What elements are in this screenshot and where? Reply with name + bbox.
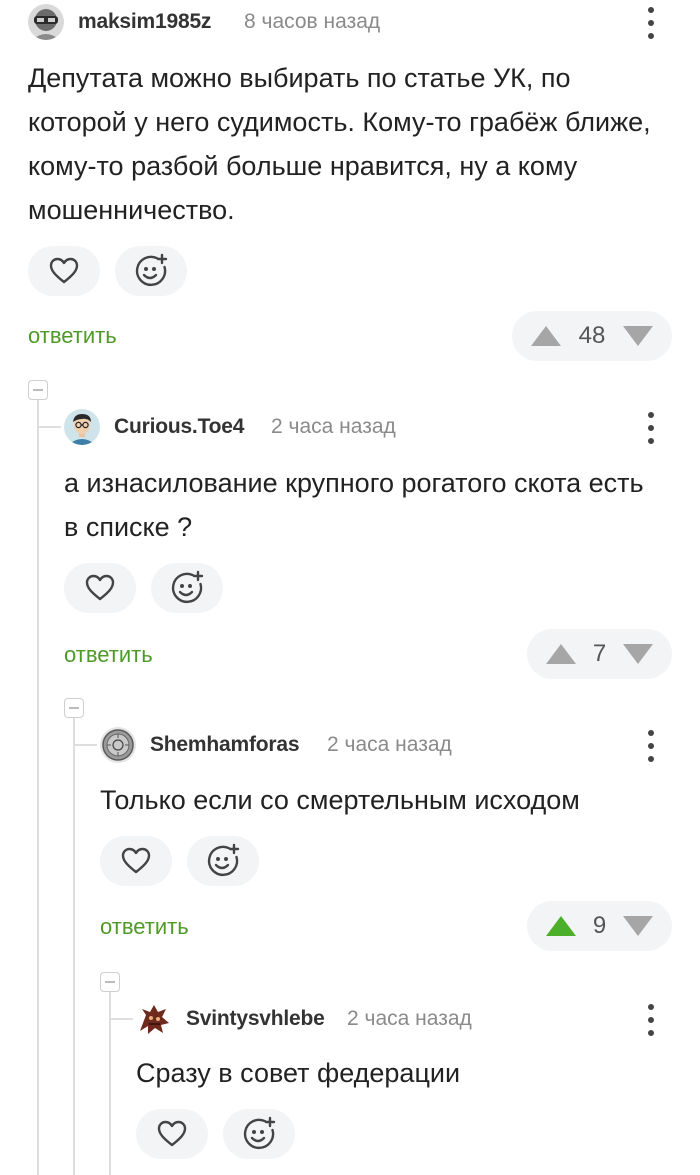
upvote-button[interactable] (528, 323, 564, 349)
arrow-down-icon (622, 644, 653, 664)
arrow-down-icon (622, 326, 653, 346)
add-reaction-button[interactable] (151, 563, 223, 613)
comment: Shemhamforas 2 часа назад Только если со… (0, 698, 700, 968)
comment-author[interactable]: Svintysvhlebe (186, 1007, 325, 1031)
comment: Svintysvhlebe 2 часа назад Сразу в совет… (0, 972, 700, 1175)
comment-author[interactable]: Shemhamforas (150, 733, 300, 757)
more-vertical-icon[interactable] (641, 1002, 661, 1038)
more-vertical-icon[interactable] (641, 728, 661, 764)
reply-link[interactable]: ответить (100, 914, 189, 940)
downvote-button[interactable] (620, 323, 656, 349)
comment-time: 2 часа назад (347, 1007, 472, 1030)
add-reaction-button[interactable] (187, 836, 259, 886)
add-emoji-icon (171, 570, 204, 603)
arrow-up-icon (546, 916, 576, 936)
comment-time: 2 часа назад (327, 733, 452, 756)
add-emoji-icon (243, 1116, 276, 1149)
reply-link[interactable]: ответить (28, 323, 117, 349)
arrow-down-icon (622, 916, 653, 936)
like-button[interactable] (28, 246, 100, 296)
comment-author[interactable]: maksim1985z (78, 10, 211, 34)
vote-widget: 9 (527, 901, 672, 951)
comment: maksim1985z 8 часов назад Депутата можно… (0, 0, 700, 370)
comment-text: Только если со смертельным исходом (100, 785, 580, 815)
downvote-button[interactable] (620, 641, 656, 667)
like-button[interactable] (136, 1109, 208, 1159)
heart-icon (85, 574, 115, 601)
heart-icon (121, 847, 151, 874)
avatar[interactable] (136, 1001, 172, 1037)
avatar[interactable] (28, 4, 64, 40)
arrow-up-icon (531, 326, 561, 346)
comment-author[interactable]: Curious.Toe4 (114, 415, 244, 439)
downvote-button[interactable] (620, 913, 656, 939)
add-emoji-icon (207, 843, 240, 876)
rating-count: 9 (592, 912, 607, 939)
like-button[interactable] (64, 563, 136, 613)
vote-widget: 48 (512, 311, 672, 361)
comment-text: Сразу в совет федерации (136, 1058, 461, 1088)
more-vertical-icon[interactable] (641, 5, 661, 41)
add-emoji-icon (135, 253, 168, 286)
heart-icon (157, 1120, 187, 1147)
comment-text: Депутата можно выбирать по статье УК, по… (28, 63, 651, 225)
upvote-button[interactable] (543, 913, 579, 939)
comment-time: 8 часов назад (244, 10, 381, 33)
comment-text: а изнасилование крупного рогатого скота … (64, 468, 644, 542)
comment-time: 2 часа назад (271, 415, 396, 438)
rating-count: 7 (592, 640, 607, 667)
rating-count: 48 (578, 322, 606, 349)
reply-link[interactable]: ответить (64, 642, 153, 668)
add-reaction-button[interactable] (115, 246, 187, 296)
arrow-up-icon (546, 644, 576, 664)
avatar[interactable] (100, 727, 136, 763)
more-vertical-icon[interactable] (641, 410, 661, 446)
vote-widget: 7 (527, 629, 672, 679)
upvote-button[interactable] (543, 641, 579, 667)
like-button[interactable] (100, 836, 172, 886)
add-reaction-button[interactable] (223, 1109, 295, 1159)
heart-icon (49, 257, 79, 284)
comment: Curious.Toe4 2 часа назад а изнасиловани… (0, 380, 700, 690)
avatar[interactable] (64, 409, 100, 445)
